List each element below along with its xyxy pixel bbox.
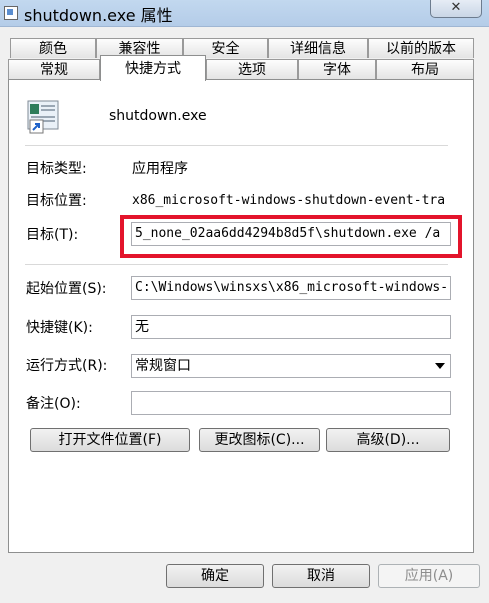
red-highlight-box xyxy=(120,215,462,258)
separator xyxy=(25,264,448,265)
target-location-label: 目标位置: xyxy=(26,193,87,209)
comment-input[interactable] xyxy=(131,391,451,415)
shortcut-key-input[interactable]: 无 xyxy=(131,315,451,339)
open-file-location-button[interactable]: 打开文件位置(F) xyxy=(30,428,190,452)
comment-label: 备注(O): xyxy=(26,396,81,412)
target-location-value: x86_microsoft-windows-shutdown-event-tra xyxy=(132,193,446,208)
file-name: shutdown.exe xyxy=(109,108,207,124)
apply-button[interactable]: 应用(A) xyxy=(378,564,480,588)
target-label: 目标(T): xyxy=(26,227,79,243)
target-type-value: 应用程序 xyxy=(132,161,188,177)
run-select[interactable]: 常规窗口 xyxy=(131,354,451,378)
shortcut-file-icon xyxy=(27,100,61,134)
shortcut-key-label: 快捷键(K): xyxy=(26,320,93,336)
run-label: 运行方式(R): xyxy=(26,358,108,374)
advanced-button[interactable]: 高级(D)... xyxy=(326,428,450,452)
ok-button[interactable]: 确定 xyxy=(166,564,264,588)
separator xyxy=(25,145,448,146)
chevron-down-icon xyxy=(435,363,445,369)
start-in-label: 起始位置(S): xyxy=(26,281,107,297)
run-select-value: 常规窗口 xyxy=(135,358,191,374)
target-type-label: 目标类型: xyxy=(26,161,87,177)
change-icon-button[interactable]: 更改图标(C)... xyxy=(199,428,320,452)
cancel-button[interactable]: 取消 xyxy=(272,564,370,588)
start-in-input[interactable]: C:\Windows\winsxs\x86_microsoft-windows- xyxy=(131,276,451,300)
